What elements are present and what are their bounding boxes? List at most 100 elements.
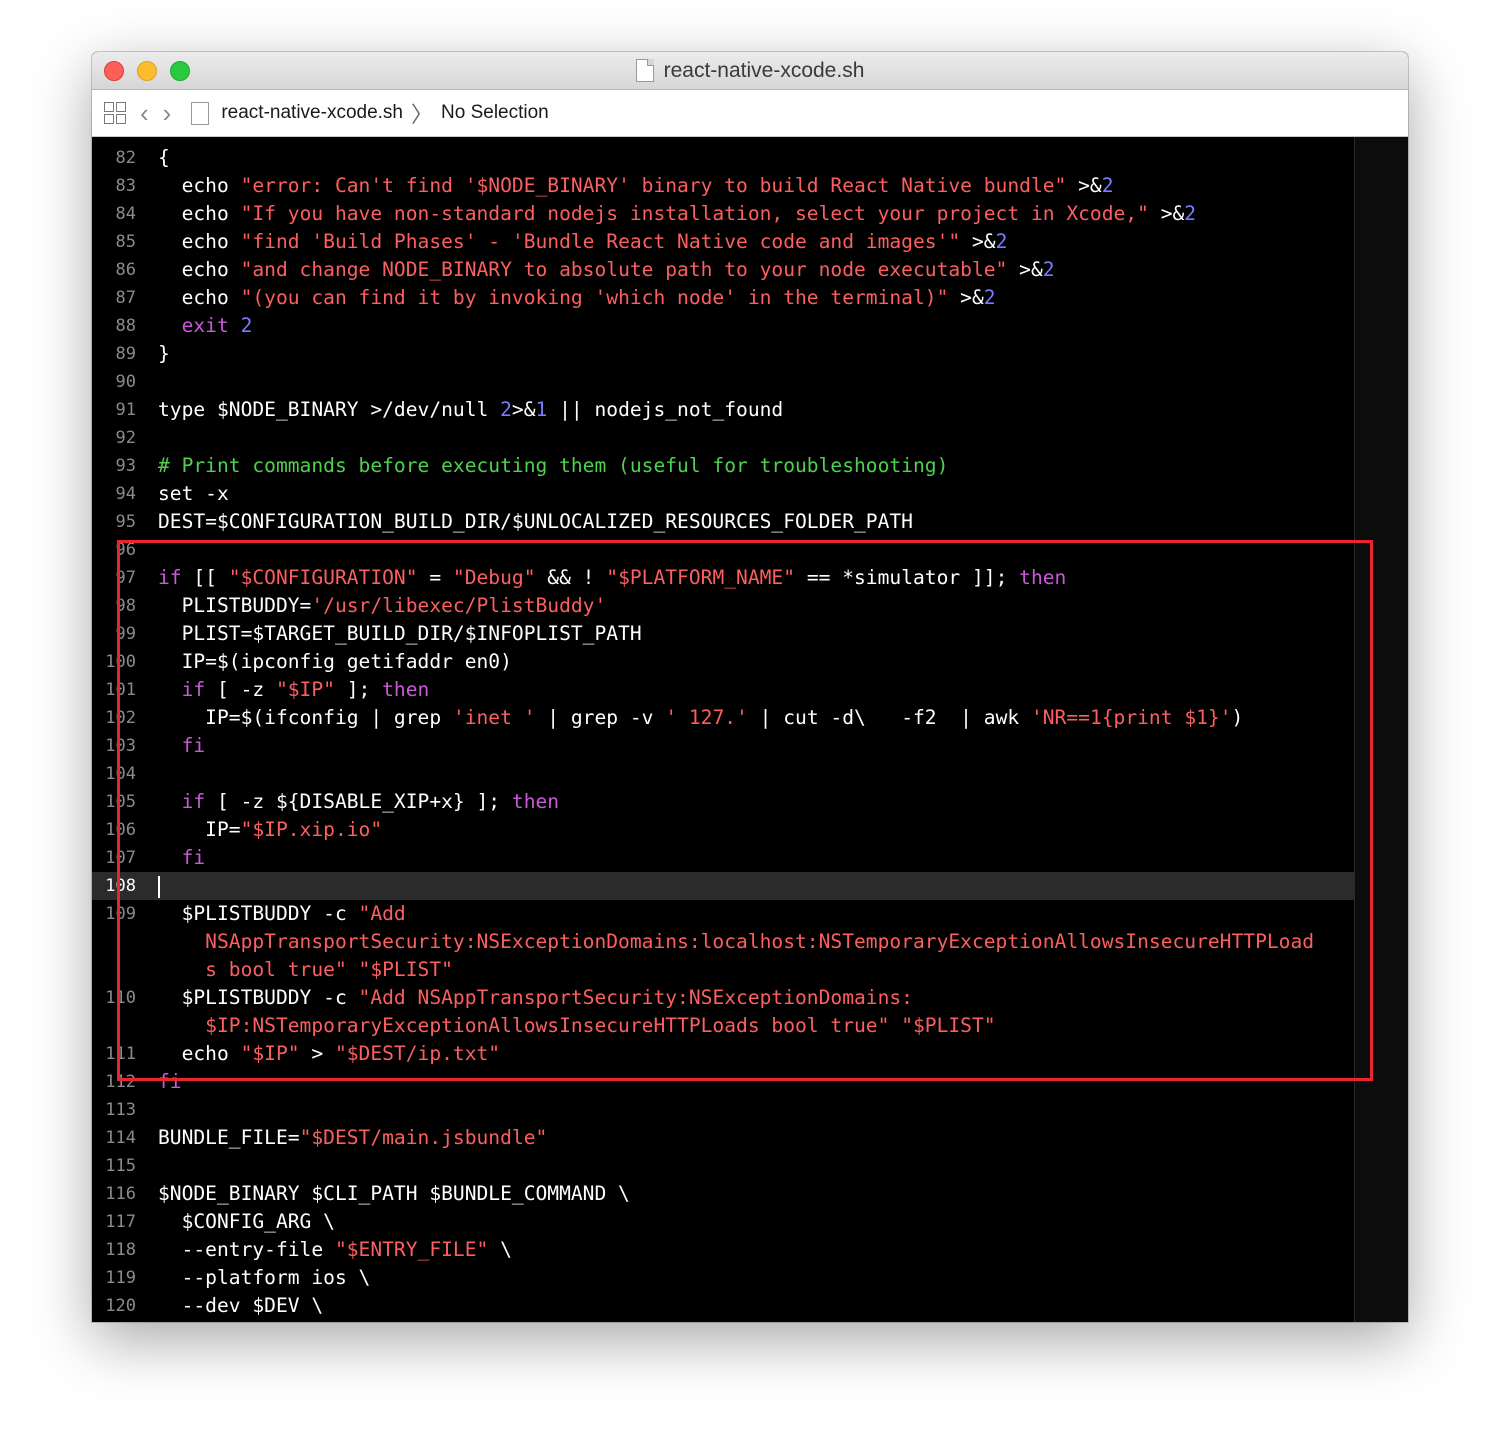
code-line[interactable]: 110 $PLISTBUDDY -c "Add NSAppTransportSe…: [92, 984, 1354, 1012]
code-line[interactable]: 88 exit 2: [92, 312, 1354, 340]
code-token: PLISTBUDDY=: [158, 594, 312, 617]
line-source[interactable]: [136, 1096, 158, 1124]
back-arrow-icon[interactable]: ‹: [140, 100, 149, 126]
line-source[interactable]: $PLISTBUDDY -c "Add NSAppTransportSecuri…: [136, 984, 913, 1012]
title-bar[interactable]: react-native-xcode.sh: [92, 52, 1408, 90]
line-source[interactable]: $CONFIG_ARG \: [136, 1208, 335, 1236]
code-line[interactable]: 100 IP=$(ipconfig getifaddr en0): [92, 648, 1354, 676]
line-source[interactable]: if [[ "$CONFIGURATION" = "Debug" && ! "$…: [136, 564, 1066, 592]
code-line[interactable]: 83 echo "error: Can't find '$NODE_BINARY…: [92, 172, 1354, 200]
code-editor[interactable]: 82 {83 echo "error: Can't find '$NODE_BIN…: [92, 137, 1408, 1322]
code-line[interactable]: NSAppTransportSecurity:NSExceptionDomain…: [92, 928, 1354, 956]
line-source[interactable]: PLIST=$TARGET_BUILD_DIR/$INFOPLIST_PATH: [136, 620, 642, 648]
code-line[interactable]: 97 if [[ "$CONFIGURATION" = "Debug" && ! …: [92, 564, 1354, 592]
line-source[interactable]: exit 2: [136, 312, 253, 340]
code-line[interactable]: 104: [92, 760, 1354, 788]
code-lines[interactable]: 82 {83 echo "error: Can't find '$NODE_BIN…: [92, 144, 1354, 1320]
line-source[interactable]: --dev $DEV \: [136, 1292, 324, 1320]
code-line[interactable]: 118 --entry-file "$ENTRY_FILE" \: [92, 1236, 1354, 1264]
line-source[interactable]: --platform ios \: [136, 1264, 371, 1292]
code-line[interactable]: 108: [92, 872, 1354, 900]
line-source[interactable]: NSAppTransportSecurity:NSExceptionDomain…: [136, 928, 1314, 956]
line-source[interactable]: [136, 760, 158, 788]
code-line[interactable]: 105 if [ -z ${DISABLE_XIP+x} ]; then: [92, 788, 1354, 816]
line-source[interactable]: echo "If you have non-standard nodejs in…: [136, 200, 1197, 228]
code-line[interactable]: 117 $CONFIG_ARG \: [92, 1208, 1354, 1236]
code-line[interactable]: 120 --dev $DEV \: [92, 1292, 1354, 1320]
code-line[interactable]: 96: [92, 536, 1354, 564]
code-line[interactable]: s bool true" "$PLIST": [92, 956, 1354, 984]
line-source[interactable]: echo "error: Can't find '$NODE_BINARY' b…: [136, 172, 1114, 200]
code-line[interactable]: 109 $PLISTBUDDY -c "Add: [92, 900, 1354, 928]
line-source[interactable]: [136, 872, 160, 900]
code-line[interactable]: 94 set -x: [92, 480, 1354, 508]
code-line[interactable]: 98 PLISTBUDDY='/usr/libexec/PlistBuddy': [92, 592, 1354, 620]
line-number: 92: [115, 428, 136, 448]
code-line[interactable]: 112 fi: [92, 1068, 1354, 1096]
code-line[interactable]: 113: [92, 1096, 1354, 1124]
code-line[interactable]: 119 --platform ios \: [92, 1264, 1354, 1292]
line-source[interactable]: IP=$(ifconfig | grep 'inet ' | grep -v '…: [136, 704, 1243, 732]
editor-minimap[interactable]: [1355, 137, 1408, 1322]
code-line[interactable]: 101 if [ -z "$IP" ]; then: [92, 676, 1354, 704]
code-line[interactable]: 116 $NODE_BINARY $CLI_PATH $BUNDLE_COMMAN…: [92, 1180, 1354, 1208]
code-line[interactable]: 95 DEST=$CONFIGURATION_BUILD_DIR/$UNLOCAL…: [92, 508, 1354, 536]
line-source[interactable]: type $NODE_BINARY >/dev/null 2>&1 || nod…: [136, 396, 783, 424]
line-source[interactable]: $NODE_BINARY $CLI_PATH $BUNDLE_COMMAND \: [136, 1180, 630, 1208]
line-source[interactable]: $IP:NSTemporaryExceptionAllowsInsecureHT…: [136, 1012, 995, 1040]
code-line[interactable]: 89}: [92, 340, 1354, 368]
line-number: 109: [105, 904, 136, 924]
line-source[interactable]: PLISTBUDDY='/usr/libexec/PlistBuddy': [136, 592, 607, 620]
line-source[interactable]: --entry-file "$ENTRY_FILE" \: [136, 1236, 512, 1264]
code-line[interactable]: 93 # Print commands before executing them…: [92, 452, 1354, 480]
code-line[interactable]: 111 echo "$IP" > "$DEST/ip.txt": [92, 1040, 1354, 1068]
code-token: ' 127.': [665, 706, 748, 729]
code-line[interactable]: 84 echo "If you have non-standard nodejs…: [92, 200, 1354, 228]
line-source[interactable]: s bool true" "$PLIST": [136, 956, 453, 984]
line-number: 89: [115, 344, 136, 364]
code-line[interactable]: 102 IP=$(ifconfig | grep 'inet ' | grep …: [92, 704, 1354, 732]
line-source[interactable]: set -x: [136, 480, 229, 508]
line-source[interactable]: [136, 1152, 158, 1180]
line-source[interactable]: if [ -z "$IP" ]; then: [136, 676, 430, 704]
line-source[interactable]: [136, 368, 158, 396]
line-source[interactable]: [136, 536, 158, 564]
code-line[interactable]: 85 echo "find 'Build Phases' - 'Bundle R…: [92, 228, 1354, 256]
forward-arrow-icon[interactable]: ›: [163, 100, 172, 126]
line-source[interactable]: fi: [136, 844, 206, 872]
line-source[interactable]: # Print commands before executing them (…: [136, 452, 948, 480]
code-line[interactable]: 90: [92, 368, 1354, 396]
jump-bar-selection[interactable]: No Selection: [441, 102, 549, 124]
code-line[interactable]: $IP:NSTemporaryExceptionAllowsInsecureHT…: [92, 1012, 1354, 1040]
code-line[interactable]: 114 BUNDLE_FILE="$DEST/main.jsbundle": [92, 1124, 1354, 1152]
code-line[interactable]: 106 IP="$IP.xip.io": [92, 816, 1354, 844]
code-line[interactable]: 87 echo "(you can find it by invoking 'w…: [92, 284, 1354, 312]
line-source[interactable]: }: [136, 340, 170, 368]
code-line[interactable]: 107 fi: [92, 844, 1354, 872]
line-source[interactable]: fi: [136, 732, 206, 760]
line-source[interactable]: echo "find 'Build Phases' - 'Bundle Reac…: [136, 228, 1008, 256]
line-source[interactable]: fi: [136, 1068, 182, 1096]
code-line[interactable]: 103 fi: [92, 732, 1354, 760]
jump-bar-file[interactable]: react-native-xcode.sh: [221, 102, 403, 124]
related-items-grid-icon[interactable]: [104, 102, 126, 124]
line-source[interactable]: $PLISTBUDDY -c "Add: [136, 900, 406, 928]
code-line[interactable]: 82 {: [92, 144, 1354, 172]
line-source[interactable]: BUNDLE_FILE="$DEST/main.jsbundle": [136, 1124, 547, 1152]
line-source[interactable]: echo "and change NODE_BINARY to absolute…: [136, 256, 1055, 284]
line-source[interactable]: echo "$IP" > "$DEST/ip.txt": [136, 1040, 501, 1068]
line-source[interactable]: [136, 424, 158, 452]
line-source[interactable]: if [ -z ${DISABLE_XIP+x} ]; then: [136, 788, 560, 816]
line-source[interactable]: echo "(you can find it by invoking 'whic…: [136, 284, 996, 312]
code-line[interactable]: 115: [92, 1152, 1354, 1180]
code-line[interactable]: 86 echo "and change NODE_BINARY to absol…: [92, 256, 1354, 284]
code-line[interactable]: 91 type $NODE_BINARY >/dev/null 2>&1 || n…: [92, 396, 1354, 424]
line-source[interactable]: IP=$(ipconfig getifaddr en0): [136, 648, 512, 676]
line-source[interactable]: IP="$IP.xip.io": [136, 816, 382, 844]
code-line[interactable]: 99 PLIST=$TARGET_BUILD_DIR/$INFOPLIST_PA…: [92, 620, 1354, 648]
line-source[interactable]: {: [136, 144, 170, 172]
code-line[interactable]: 92: [92, 424, 1354, 452]
line-source[interactable]: DEST=$CONFIGURATION_BUILD_DIR/$UNLOCALIZ…: [136, 508, 913, 536]
line-number: 108: [105, 876, 136, 896]
line-number: 98: [115, 596, 136, 616]
